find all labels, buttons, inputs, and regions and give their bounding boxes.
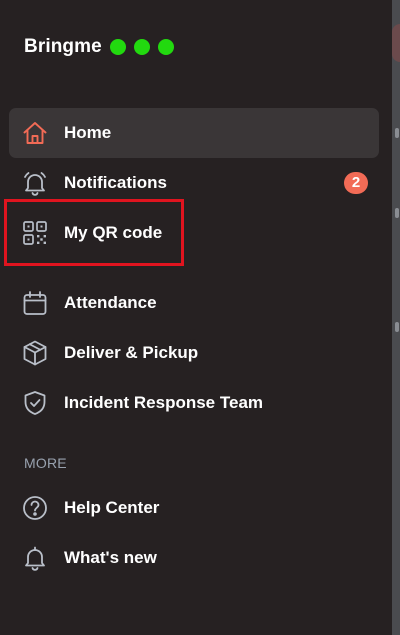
sidebar-item-label: What's new: [64, 548, 157, 567]
sidebar-item-whats-new[interactable]: What's new: [9, 533, 379, 583]
sidebar-item-label: Incident Response Team: [64, 393, 264, 412]
brand-name: Bringme: [24, 36, 102, 57]
brand: Bringme: [24, 34, 174, 60]
status-dots: [109, 39, 174, 55]
sidebar-item-incident-response-team[interactable]: Incident Response Team: [9, 378, 379, 428]
background-mark: [395, 322, 399, 332]
background-tab: [392, 24, 400, 62]
sidebar-item-my-qr-code[interactable]: My QR code: [9, 208, 379, 258]
sidebar-item-label: Home: [64, 123, 112, 142]
home-icon: [21, 119, 49, 147]
sidebar-item-attendance[interactable]: Attendance: [9, 278, 379, 328]
shield-check-icon: [21, 389, 49, 417]
bell-icon: [21, 544, 49, 572]
sidebar-item-help-center[interactable]: Help Center: [9, 483, 379, 533]
sidebar-item-label: Notifications: [64, 173, 167, 192]
sidebar-item-label: Help Center: [64, 498, 160, 517]
qr-code-icon: [21, 219, 49, 247]
background-panel: [392, 0, 400, 635]
sidebar-item-label: My QR code: [64, 223, 163, 242]
background-mark: [395, 208, 399, 218]
sidebar-item-label: Attendance: [64, 293, 157, 312]
calendar-icon: [21, 289, 49, 317]
help-circle-icon: [21, 494, 49, 522]
background-mark: [395, 128, 399, 138]
sidebar-item-notifications[interactable]: Notifications 2: [9, 158, 379, 208]
section-title-more: MORE: [24, 455, 67, 471]
status-dot: [109, 39, 126, 55]
package-icon: [21, 339, 49, 367]
sidebar-item-home[interactable]: Home: [9, 108, 379, 158]
status-dot: [133, 39, 150, 55]
notification-count-badge: 2: [344, 172, 368, 194]
sidebar-item-label: Deliver & Pickup: [64, 343, 199, 362]
app-window: Bringme Home Notifications 2 My QR code …: [0, 0, 400, 635]
sidebar: Bringme Home Notifications 2 My QR code …: [0, 0, 392, 635]
sidebar-item-deliver-pickup[interactable]: Deliver & Pickup: [9, 328, 379, 378]
status-dot: [157, 39, 174, 55]
bell-icon: [21, 169, 49, 197]
